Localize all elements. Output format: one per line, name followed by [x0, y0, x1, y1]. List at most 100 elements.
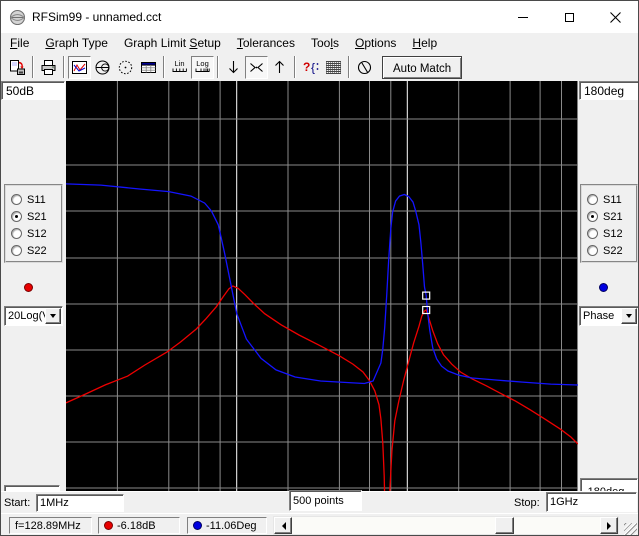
radio-label: S22	[27, 245, 47, 257]
radio-circle	[11, 194, 22, 205]
combo-dropdown-button[interactable]	[45, 308, 61, 324]
toolbar-separator	[163, 56, 165, 78]
smith-chart-icon	[94, 59, 111, 76]
radio-s12-right[interactable]: S12	[582, 225, 636, 242]
app-icon	[9, 9, 26, 26]
sweep-settings-row: Start: Stop:	[1, 491, 638, 513]
radio-circle	[11, 228, 22, 239]
tune-question-brace-icon: ? {	[302, 58, 320, 76]
app-window: RFSim99 - unnamed.cct File Graph Type Gr…	[0, 0, 639, 536]
menu-help[interactable]: Help	[404, 33, 445, 53]
status-bar: f=128.89MHz -6.18dB -11.06Deg	[1, 513, 638, 536]
toolbar-separator	[294, 56, 296, 78]
left-sparam-group: S11 S21 S12 S22	[4, 184, 63, 263]
menu-options[interactable]: Options	[347, 33, 404, 53]
arrow-down-icon	[226, 59, 241, 75]
left-format-combobox[interactable]: 20Log(V	[4, 306, 63, 326]
table-view-button[interactable]	[137, 56, 160, 79]
svg-text:Log: Log	[196, 59, 209, 68]
stop-frequency-input[interactable]	[546, 492, 637, 512]
window-title: RFSim99 - unnamed.cct	[32, 10, 161, 24]
radio-circle	[587, 245, 598, 256]
print-icon	[40, 59, 57, 76]
toolbar-separator	[348, 56, 350, 78]
menu-tolerances[interactable]: Tolerances	[229, 33, 303, 53]
scale-down-button[interactable]	[222, 56, 245, 79]
resize-grip[interactable]	[624, 523, 637, 536]
triangle-left-icon	[278, 522, 286, 530]
smith-chart-button[interactable]	[91, 56, 114, 79]
title-bar: RFSim99 - unnamed.cct	[1, 1, 638, 33]
maximize-icon	[565, 13, 574, 22]
log-sweep-button[interactable]: Log	[191, 56, 214, 79]
radio-s21-right[interactable]: S21	[582, 208, 636, 225]
arrow-up-icon	[272, 59, 287, 75]
minimize-button[interactable]	[500, 1, 546, 33]
circle-slash-icon	[356, 59, 373, 76]
stop-simulation-button[interactable]	[353, 56, 376, 79]
toolbar: Lin Log	[1, 53, 638, 81]
log-scale-icon: Log	[193, 58, 212, 76]
polar-chart-button[interactable]	[114, 56, 137, 79]
marker-phase-value: -11.06Deg	[206, 520, 257, 532]
save-export-icon	[9, 59, 26, 76]
graph-plot-area[interactable]	[66, 81, 578, 491]
scale-up-button[interactable]	[268, 56, 291, 79]
linear-sweep-button[interactable]: Lin	[168, 56, 191, 79]
marker-magnitude-readout: -6.18dB	[98, 517, 180, 534]
right-axis-panel: 180deg S11 S21 S12 S22 Phase -180deg	[578, 81, 639, 491]
radio-s22-right[interactable]: S22	[582, 242, 636, 259]
radio-label: S12	[603, 228, 623, 240]
menu-graph-limit-setup[interactable]: Graph Limit Setup	[116, 33, 229, 53]
radio-s11-right[interactable]: S11	[582, 191, 636, 208]
radio-s11-left[interactable]: S11	[6, 191, 61, 208]
right-format-combobox[interactable]: Phase	[579, 306, 639, 326]
menu-file[interactable]: File	[2, 33, 37, 53]
save-button[interactable]	[6, 56, 29, 79]
scrollbar-thumb[interactable]	[495, 517, 514, 534]
optimize-button[interactable]	[322, 56, 345, 79]
right-sparam-group: S11 S21 S12 S22	[580, 184, 638, 263]
close-icon	[610, 12, 621, 23]
menu-graph-type[interactable]: Graph Type	[37, 33, 116, 53]
marker-scrollbar[interactable]	[273, 516, 619, 535]
svg-text:Lin: Lin	[174, 59, 184, 68]
toolbar-separator	[63, 56, 65, 78]
blue-trace-dot-icon	[193, 521, 202, 530]
rectangular-graph-button[interactable]	[68, 56, 91, 79]
radio-s12-left[interactable]: S12	[6, 225, 61, 242]
print-button[interactable]	[37, 56, 60, 79]
triangle-right-icon	[607, 522, 615, 530]
radio-s22-left[interactable]: S22	[6, 242, 61, 259]
marker-magnitude-value: -6.18dB	[117, 520, 156, 532]
tune-values-button[interactable]: ? {	[299, 56, 322, 79]
scrollbar-right-button[interactable]	[600, 517, 618, 534]
auto-match-button[interactable]: Auto Match	[382, 56, 462, 79]
start-frequency-input[interactable]	[36, 494, 124, 512]
radio-circle	[587, 194, 598, 205]
marker-frequency-value: f=128.89MHz	[15, 520, 81, 532]
left-trace-color-dot	[24, 283, 33, 292]
scrollbar-left-button[interactable]	[274, 517, 292, 534]
minimize-icon	[518, 17, 528, 18]
menu-tools[interactable]: Tools	[303, 33, 347, 53]
close-button[interactable]	[592, 1, 638, 33]
polar-chart-icon	[117, 59, 134, 76]
radio-label: S11	[603, 194, 622, 206]
left-scale-top-input[interactable]: 50dB	[1, 81, 65, 100]
start-label: Start:	[4, 497, 30, 509]
radio-circle	[11, 245, 22, 256]
maximize-button[interactable]	[546, 1, 592, 33]
points-input[interactable]	[289, 490, 362, 511]
radio-s21-left[interactable]: S21	[6, 208, 61, 225]
optimize-icon	[326, 61, 341, 74]
combo-dropdown-button[interactable]	[621, 308, 637, 324]
radio-label: S12	[27, 228, 47, 240]
radio-circle	[587, 228, 598, 239]
autoscale-button[interactable]	[245, 56, 268, 79]
right-scale-bottom-input-clipped[interactable]: -180deg	[580, 478, 638, 491]
left-axis-panel: 50dB S11 S21 S12 S22 20Log(V	[1, 81, 66, 491]
right-scale-top-input[interactable]: 180deg	[579, 81, 639, 100]
fit-trace-icon	[248, 59, 265, 76]
red-trace-dot-icon	[104, 521, 113, 530]
